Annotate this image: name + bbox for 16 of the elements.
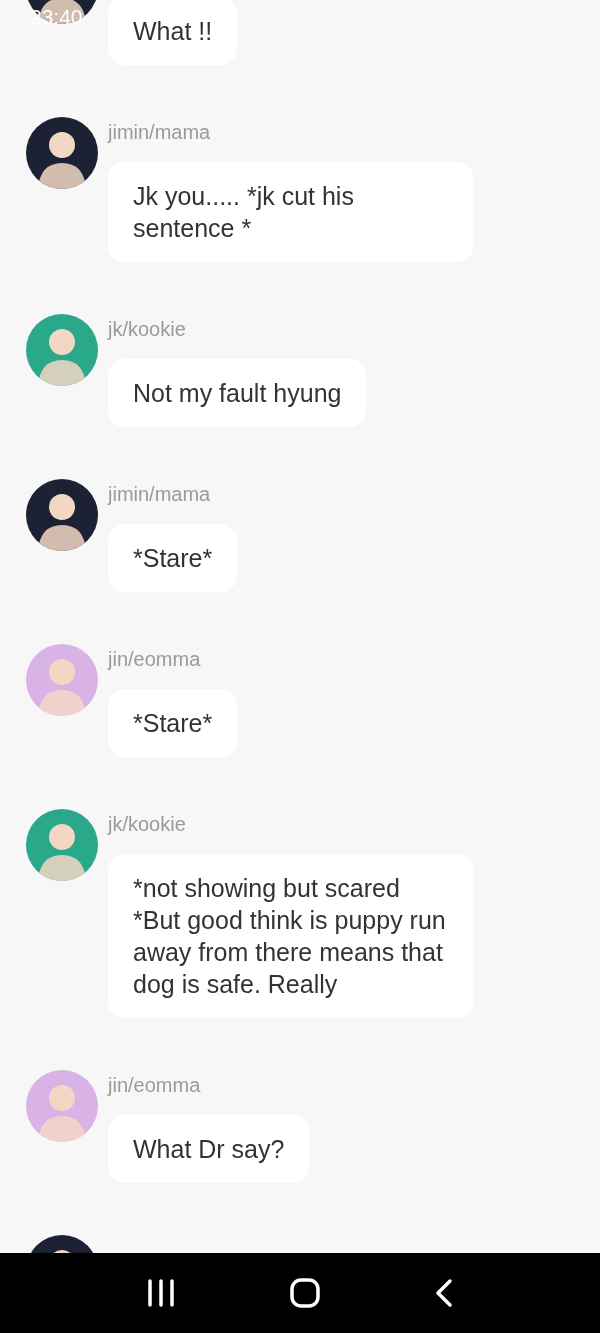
message-bubble: *Stare* bbox=[108, 524, 238, 592]
message-bubble: *not showing but scared *But good think is puppy run away from there means that dog is safe. Really bbox=[108, 854, 473, 1018]
message-bubble: Jk you..... *jk cut his sentence * bbox=[108, 162, 473, 262]
sender-name: jin/eomma bbox=[108, 649, 201, 672]
message-bubble: *Stare* bbox=[108, 689, 238, 757]
home-icon[interactable] bbox=[289, 1277, 321, 1309]
sender-name: jimin/mama bbox=[108, 122, 211, 145]
message-bubble: What !! bbox=[108, 0, 238, 65]
message-bubble: Not my fault hyung bbox=[108, 359, 367, 427]
sender-name: jk/kookie bbox=[108, 319, 186, 342]
sender-name: jin/eomma bbox=[108, 1075, 201, 1098]
recent-apps-icon[interactable] bbox=[146, 1279, 177, 1307]
sender-name: jimin/mama bbox=[108, 484, 211, 507]
message-bubble: What Dr say? bbox=[108, 1115, 310, 1183]
sender-name: jk/kookie bbox=[108, 814, 186, 837]
back-icon[interactable] bbox=[433, 1278, 454, 1308]
